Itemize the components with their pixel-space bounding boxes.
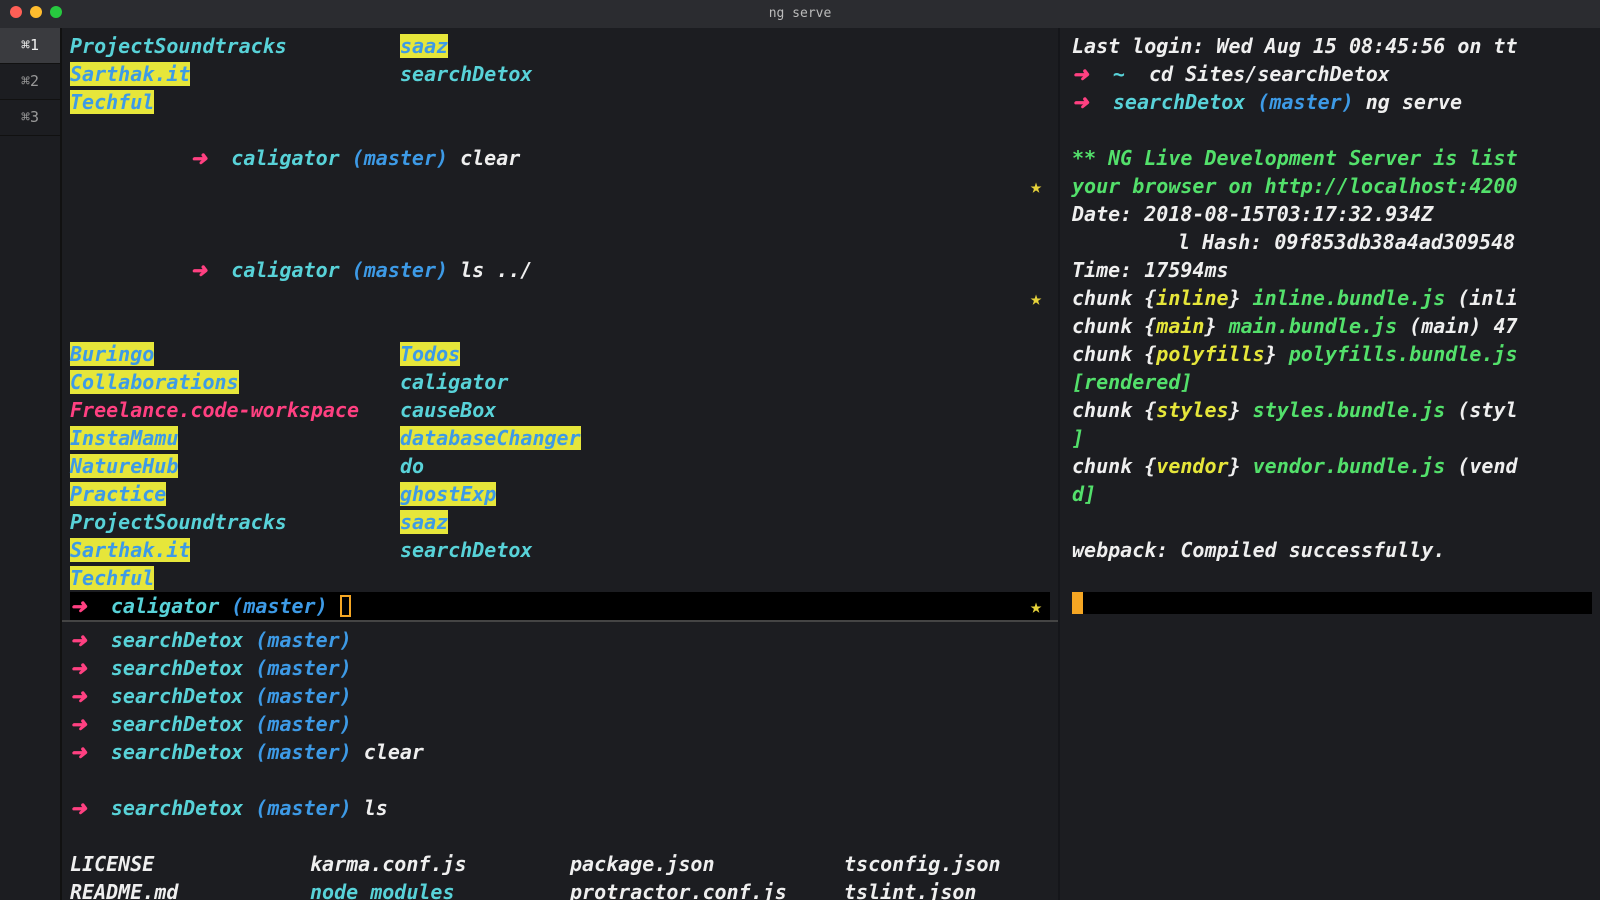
ls-item: karma.conf.js xyxy=(310,852,467,876)
ls-item: InstaMamu xyxy=(70,426,178,450)
ls-item: NatureHub xyxy=(70,454,178,478)
ls-item: Sarthak.it xyxy=(70,62,190,86)
login-text: Last login: Wed Aug 15 08:45:56 on tt xyxy=(1072,32,1592,60)
build-hash: l Hash: 09f853db38a4ad309548 xyxy=(1072,228,1592,256)
zoom-icon[interactable] xyxy=(50,6,62,18)
prompt-arrow-icon: ➜ xyxy=(190,146,207,170)
tab-1[interactable]: ⌘1 xyxy=(0,28,60,64)
tab-column: ⌘1 ⌘2 ⌘3 xyxy=(0,28,62,900)
ng-serve-output: ** NG Live Development Server is list xyxy=(1072,144,1592,172)
ls-item: causeBox xyxy=(400,398,496,422)
active-prompt[interactable] xyxy=(1072,592,1592,614)
ls-item: ghostExp xyxy=(400,482,496,506)
star-icon: ★ xyxy=(1030,172,1042,200)
ls-item: package.json xyxy=(570,852,715,876)
pane-bottom-left[interactable]: ➜ searchDetox (master) ➜ searchDetox (ma… xyxy=(62,620,1058,900)
ls-item: protractor.conf.js xyxy=(570,880,787,900)
ls-item: Practice xyxy=(70,482,166,506)
close-icon[interactable] xyxy=(10,6,22,18)
ls-item: Todos xyxy=(400,342,460,366)
star-icon: ★ xyxy=(1030,592,1042,620)
ls-item: tslint.json xyxy=(844,880,976,900)
ls-item: do xyxy=(400,454,424,478)
ls-item: LICENSE xyxy=(70,852,154,876)
ls-item: ProjectSoundtracks xyxy=(70,34,287,58)
tab-2[interactable]: ⌘2 xyxy=(0,64,60,100)
webpack-status: webpack: Compiled successfully. xyxy=(1072,536,1592,564)
ls-item: Techful xyxy=(70,566,154,590)
pane-top-left[interactable]: ProjectSoundtracks Sarthak.it Techful sa… xyxy=(62,28,1058,620)
ls-item: searchDetox xyxy=(400,62,532,86)
pane-right[interactable]: Last login: Wed Aug 15 08:45:56 on tt ➜ … xyxy=(1060,28,1600,900)
prompt-arrow-icon: ➜ xyxy=(190,258,207,282)
traffic-lights xyxy=(10,6,62,18)
active-prompt[interactable]: ➜ caligator (master) ★ xyxy=(70,592,1050,620)
cursor-icon xyxy=(1072,592,1083,614)
prompt-cmd: clear xyxy=(460,146,520,170)
cursor-icon xyxy=(340,595,351,617)
ls-item: searchDetox xyxy=(400,538,532,562)
ls-item: Collaborations xyxy=(70,370,239,394)
prompt-dir: caligator xyxy=(231,146,339,170)
tab-3[interactable]: ⌘3 xyxy=(0,100,60,136)
ls-item: Techful xyxy=(70,90,154,114)
ls-item: tsconfig.json xyxy=(844,852,1001,876)
prompt-dir: caligator xyxy=(231,258,339,282)
titlebar: ng serve xyxy=(0,0,1600,28)
prompt-branch: (master) xyxy=(231,592,327,620)
ls-item: saaz xyxy=(400,510,448,534)
build-date: Date: 2018-08-15T03:17:32.934Z xyxy=(1072,200,1592,228)
ng-serve-output: your browser on http://localhost:4200 xyxy=(1072,172,1592,200)
build-time: Time: 17594ms xyxy=(1072,256,1592,284)
ls-item: saaz xyxy=(400,34,448,58)
prompt-cmd: ng serve xyxy=(1366,90,1462,114)
ls-item: Freelance.code-workspace xyxy=(70,398,359,422)
prompt-dir: searchDetox xyxy=(1113,90,1245,114)
ls-item: Buringo xyxy=(70,342,154,366)
ls-item: databaseChanger xyxy=(400,426,581,450)
prompt-arrow-icon: ➜ xyxy=(1072,90,1089,114)
prompt-arrow-icon: ➜ xyxy=(1072,62,1089,86)
prompt-cmd: cd Sites/searchDetox xyxy=(1149,62,1390,86)
star-icon: ★ xyxy=(1030,284,1042,312)
ls-item: README.md xyxy=(70,880,178,900)
ls-item: node_modules xyxy=(310,880,455,900)
ls-item: Sarthak.it xyxy=(70,538,190,562)
prompt-branch: (master) xyxy=(352,146,448,170)
minimize-icon[interactable] xyxy=(30,6,42,18)
prompt-branch: (master) xyxy=(352,258,448,282)
prompt-branch: (master) xyxy=(1257,90,1353,114)
ls-item: ProjectSoundtracks xyxy=(70,510,287,534)
prompt-dir: ~ xyxy=(1113,62,1125,86)
prompt-arrow-icon: ➜ xyxy=(70,592,87,620)
ls-item: caligator xyxy=(400,370,508,394)
prompt-cmd: ls ../ xyxy=(460,258,532,282)
rendered-tag: [rendered] xyxy=(1072,368,1592,396)
window-title: ng serve xyxy=(769,5,832,23)
prompt-dir: caligator xyxy=(111,592,219,620)
